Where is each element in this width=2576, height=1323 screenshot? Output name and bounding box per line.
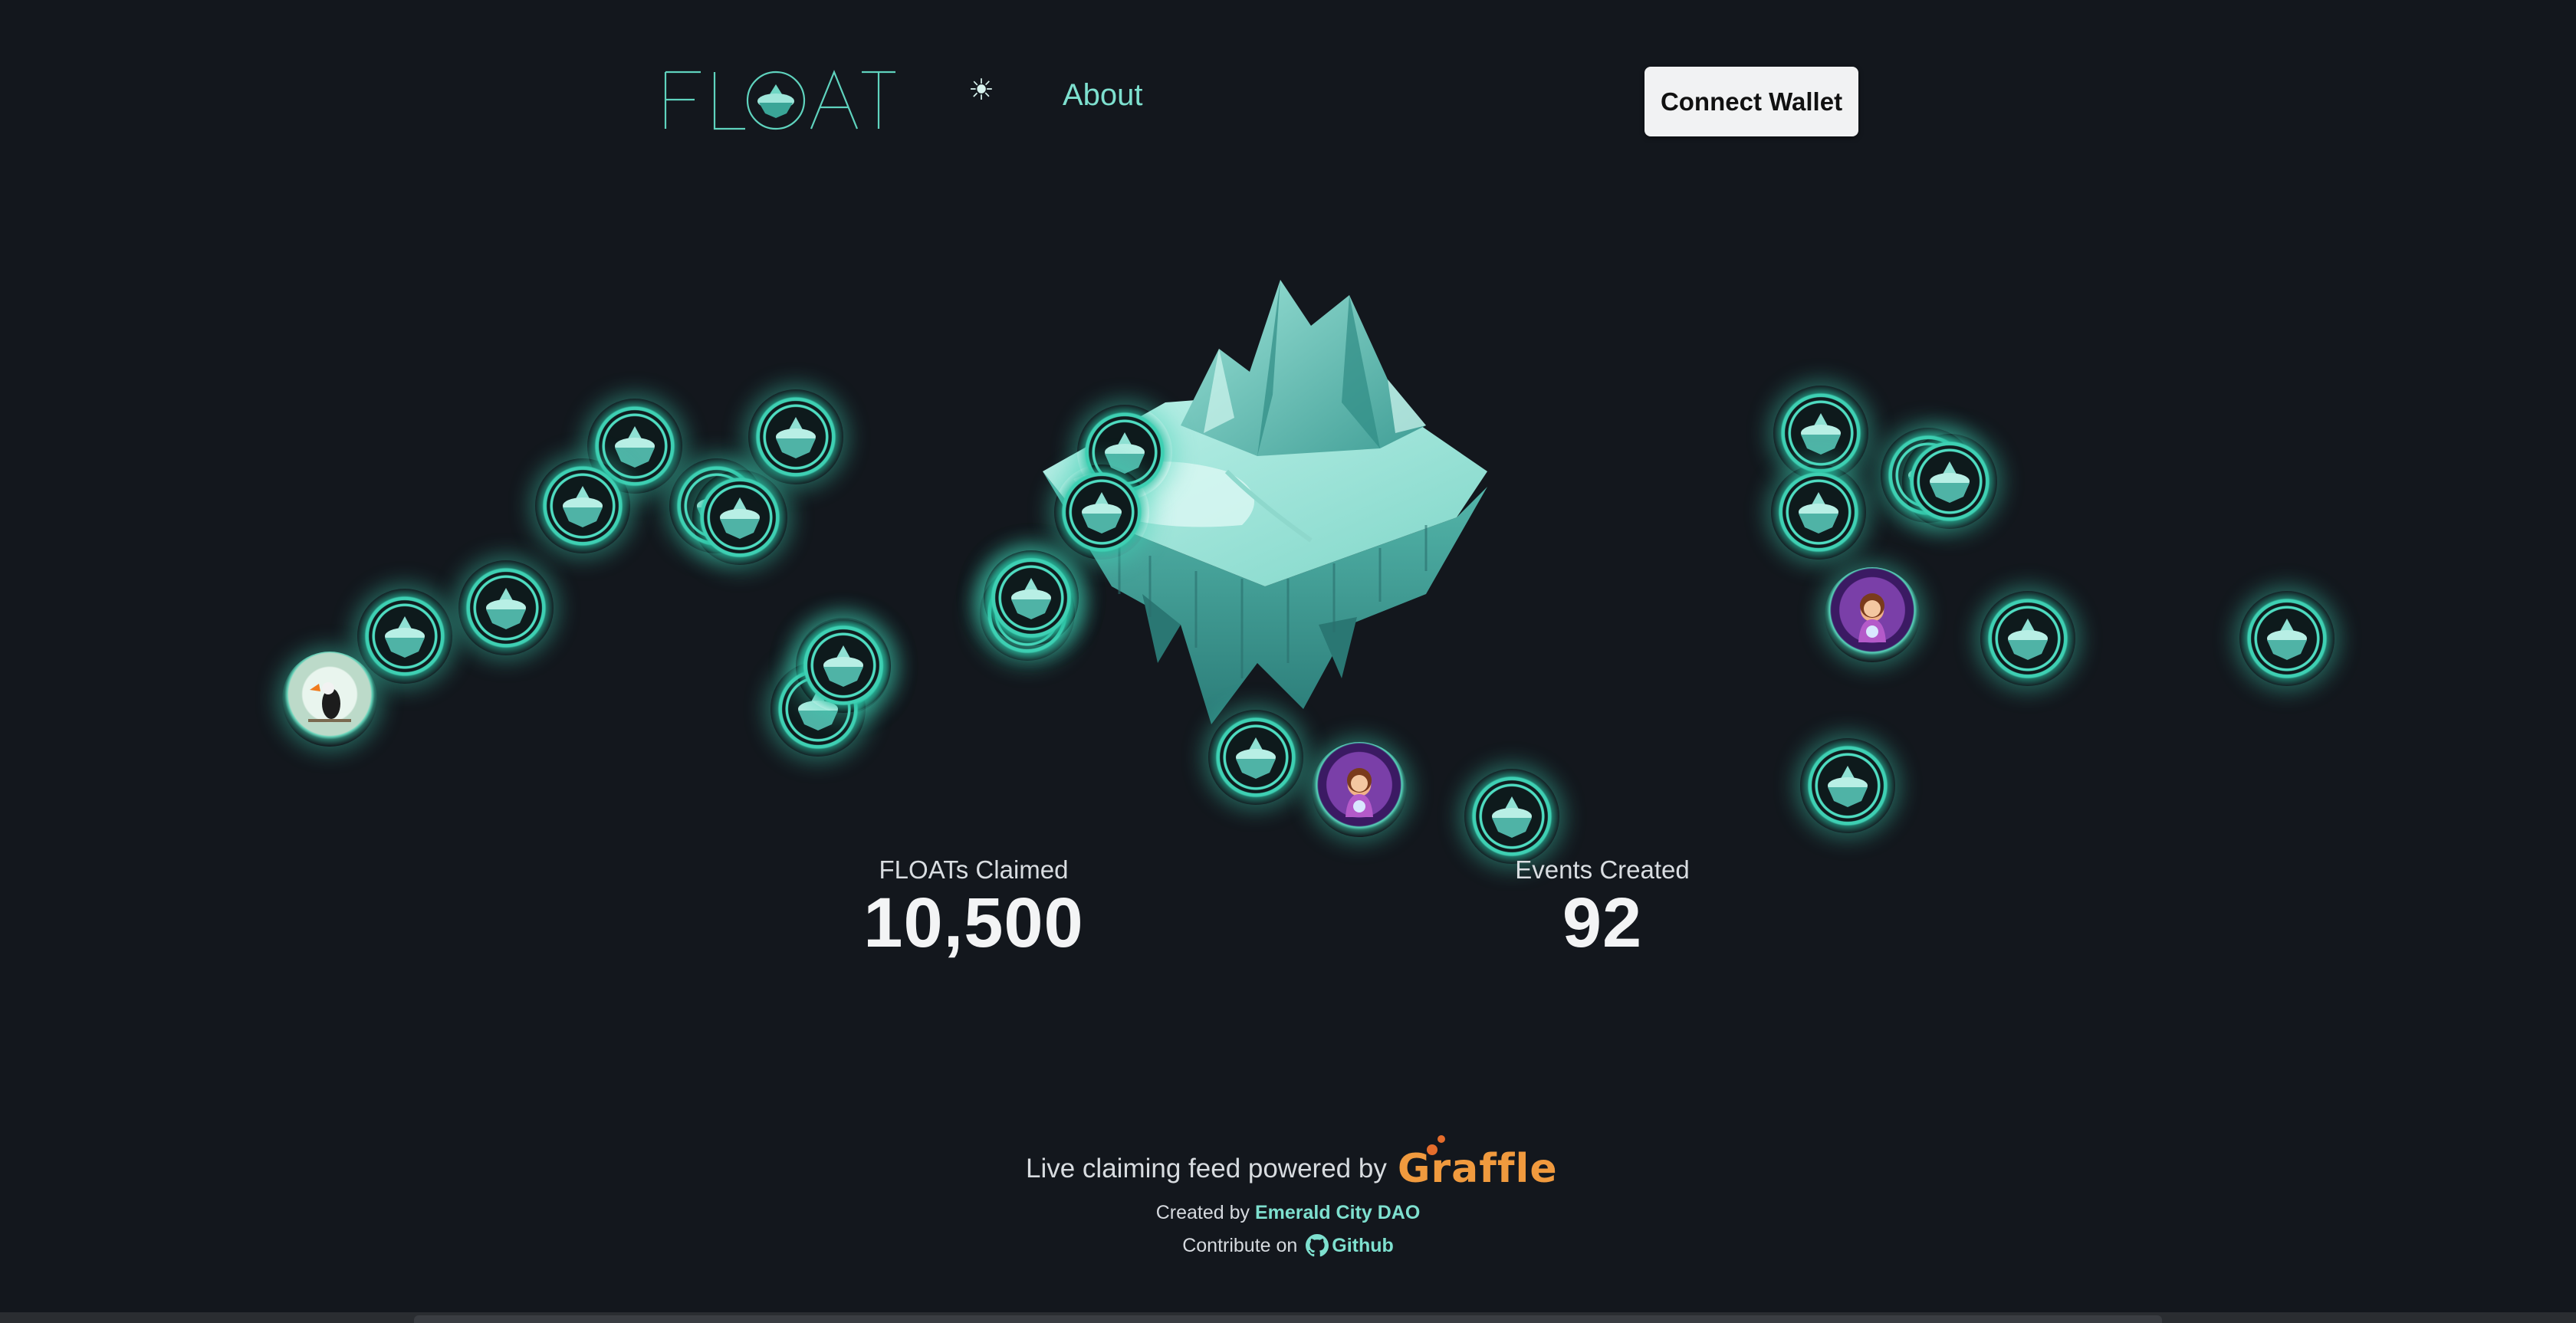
about-link[interactable]: About bbox=[1063, 78, 1143, 113]
island-float-badge[interactable] bbox=[1771, 465, 1866, 560]
island-float-badge[interactable] bbox=[458, 560, 554, 655]
floats-claimed-value: 10,500 bbox=[863, 884, 1084, 962]
powered-by-line: Live claiming feed powered by Graffle bbox=[1026, 1134, 1558, 1203]
float-logo-icon bbox=[664, 70, 895, 130]
window-bottom-edge bbox=[0, 1312, 2576, 1323]
events-created-value: 92 bbox=[1562, 884, 1643, 962]
github-link-label: Github bbox=[1332, 1235, 1394, 1256]
float-homepage: ☀ About Connect Wallet FLOATs Claimed 10… bbox=[0, 0, 2576, 1323]
contribute-prefix: Contribute on bbox=[1182, 1235, 1298, 1256]
graffle-logo-dot bbox=[1437, 1135, 1445, 1143]
island-float-badge[interactable] bbox=[535, 458, 630, 553]
created-by-line: Created by Emerald City DAO bbox=[0, 1202, 2576, 1224]
island-float-badge[interactable] bbox=[984, 550, 1079, 645]
graffle-logo-text: Graffle bbox=[1397, 1146, 1558, 1192]
island-float-badge[interactable] bbox=[1902, 434, 1997, 529]
graffle-logo[interactable]: Graffle bbox=[1397, 1135, 1558, 1192]
contribute-line: Contribute on Github bbox=[0, 1234, 2576, 1257]
theme-toggle-sun-icon[interactable]: ☀ bbox=[968, 76, 995, 105]
floats-claimed-label: FLOATs Claimed bbox=[879, 855, 1069, 884]
window-bottom-pill bbox=[414, 1315, 2162, 1323]
purple-avatar-float-badge[interactable] bbox=[1825, 567, 1920, 662]
island-float-badge[interactable] bbox=[1054, 465, 1149, 560]
island-float-badge[interactable] bbox=[1208, 710, 1303, 805]
github-link[interactable]: Github bbox=[1303, 1234, 1394, 1257]
island-float-badge[interactable] bbox=[1464, 769, 1559, 864]
island-float-badge[interactable] bbox=[796, 618, 891, 713]
github-icon bbox=[1306, 1234, 1329, 1257]
island-float-badge[interactable] bbox=[357, 589, 452, 684]
island-float-badge[interactable] bbox=[748, 389, 843, 484]
float-logo[interactable] bbox=[661, 67, 895, 132]
events-created-label: Events Created bbox=[1515, 855, 1690, 884]
island-float-badge[interactable] bbox=[692, 470, 787, 565]
island-float-badge[interactable] bbox=[1980, 591, 2075, 686]
created-by-prefix: Created by bbox=[1155, 1202, 1250, 1223]
island-float-badge[interactable] bbox=[1800, 738, 1895, 833]
island-float-badge[interactable] bbox=[2239, 591, 2334, 686]
girl-avatar-float-badge[interactable] bbox=[1312, 742, 1407, 837]
toucan-float-badge[interactable] bbox=[282, 652, 377, 747]
emerald-city-dao-link[interactable]: Emerald City DAO bbox=[1255, 1202, 1420, 1223]
powered-by-text: Live claiming feed powered by bbox=[1026, 1154, 1387, 1183]
graffle-logo-dot bbox=[1426, 1144, 1438, 1155]
connect-wallet-button[interactable]: Connect Wallet bbox=[1644, 67, 1858, 136]
